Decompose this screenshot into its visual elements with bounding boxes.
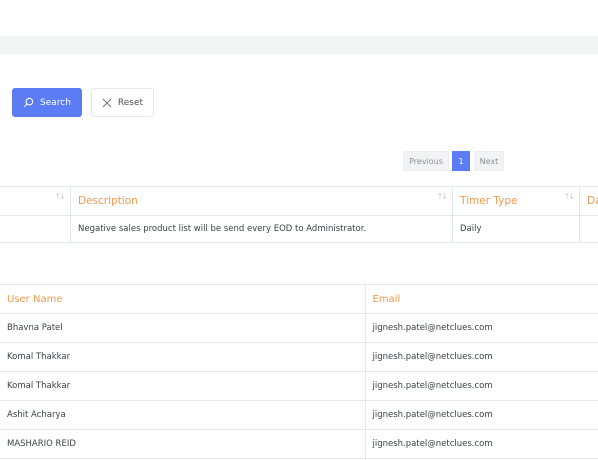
search-button[interactable]: Search: [12, 88, 82, 117]
column-header-description[interactable]: Description ↑↓: [70, 186, 453, 216]
pagination-next[interactable]: Next: [474, 151, 504, 171]
description-cell: Negative sales product list will be send…: [70, 215, 453, 243]
email-cell: jignesh.patel@netclues.com: [364, 313, 598, 343]
search-button-label: Search: [40, 97, 71, 108]
timer-type-cell: Daily: [452, 215, 580, 243]
user-name-cell: MASHARIO REID: [0, 429, 366, 459]
user-name-cell: Komal Thakkar: [0, 371, 366, 401]
search-icon: [23, 97, 34, 108]
sort-icon[interactable]: ↑↓: [564, 192, 575, 201]
sort-icon[interactable]: ↑↓: [437, 192, 448, 201]
close-icon: [102, 98, 112, 108]
table-header-row: ↑↓ Description↑↓ Timer Type↑↓ Da: [0, 186, 598, 216]
email-cell: jignesh.patel@netclues.com: [364, 342, 598, 372]
table-row: Komal Thakkar jignesh.patel@netclues.com: [0, 342, 598, 372]
table-row: Negative sales product list will be send…: [0, 215, 598, 243]
column-header-user-name: User Name: [0, 284, 366, 314]
reset-button-label: Reset: [117, 97, 144, 108]
user-name-cell: Ashit Acharya: [0, 400, 366, 430]
email-cell: jignesh.patel@netclues.com: [364, 429, 598, 459]
reset-button[interactable]: Reset: [91, 88, 154, 117]
column-header-email: Email: [364, 284, 598, 314]
table-row: MASHARIO REID jignesh.patel@netclues.com: [0, 429, 598, 459]
user-name-cell: Bhavna Patel: [0, 313, 366, 343]
column-header-first[interactable]: ↑↓: [0, 186, 71, 216]
column-header-timer-type[interactable]: Timer Type ↑↓: [452, 186, 580, 216]
user-name-cell: Komal Thakkar: [0, 342, 366, 372]
pagination-page-1[interactable]: 1: [452, 151, 470, 171]
filter-panel-band: [0, 36, 598, 54]
email-cell: jignesh.patel@netclues.com: [364, 371, 598, 401]
pagination-previous[interactable]: Previous: [403, 151, 449, 171]
table-header-row: User Name Email: [0, 284, 598, 314]
timer-table: ↑↓ Description↑↓ Timer Type↑↓ Da Negativ…: [0, 186, 598, 243]
column-header-date[interactable]: Da: [579, 186, 598, 216]
table-row: Bhavna Patel jignesh.patel@netclues.com: [0, 313, 598, 343]
user-table: User Name Email Bhavna Patel jignesh.pat…: [0, 284, 598, 459]
sort-icon[interactable]: ↑↓: [55, 192, 66, 201]
date-cell: [579, 215, 598, 243]
table-cell-empty: [0, 215, 71, 243]
table-row: Komal Thakkar jignesh.patel@netclues.com: [0, 371, 598, 401]
table-row: Ashit Acharya jignesh.patel@netclues.com: [0, 400, 598, 430]
email-cell: jignesh.patel@netclues.com: [364, 400, 598, 430]
